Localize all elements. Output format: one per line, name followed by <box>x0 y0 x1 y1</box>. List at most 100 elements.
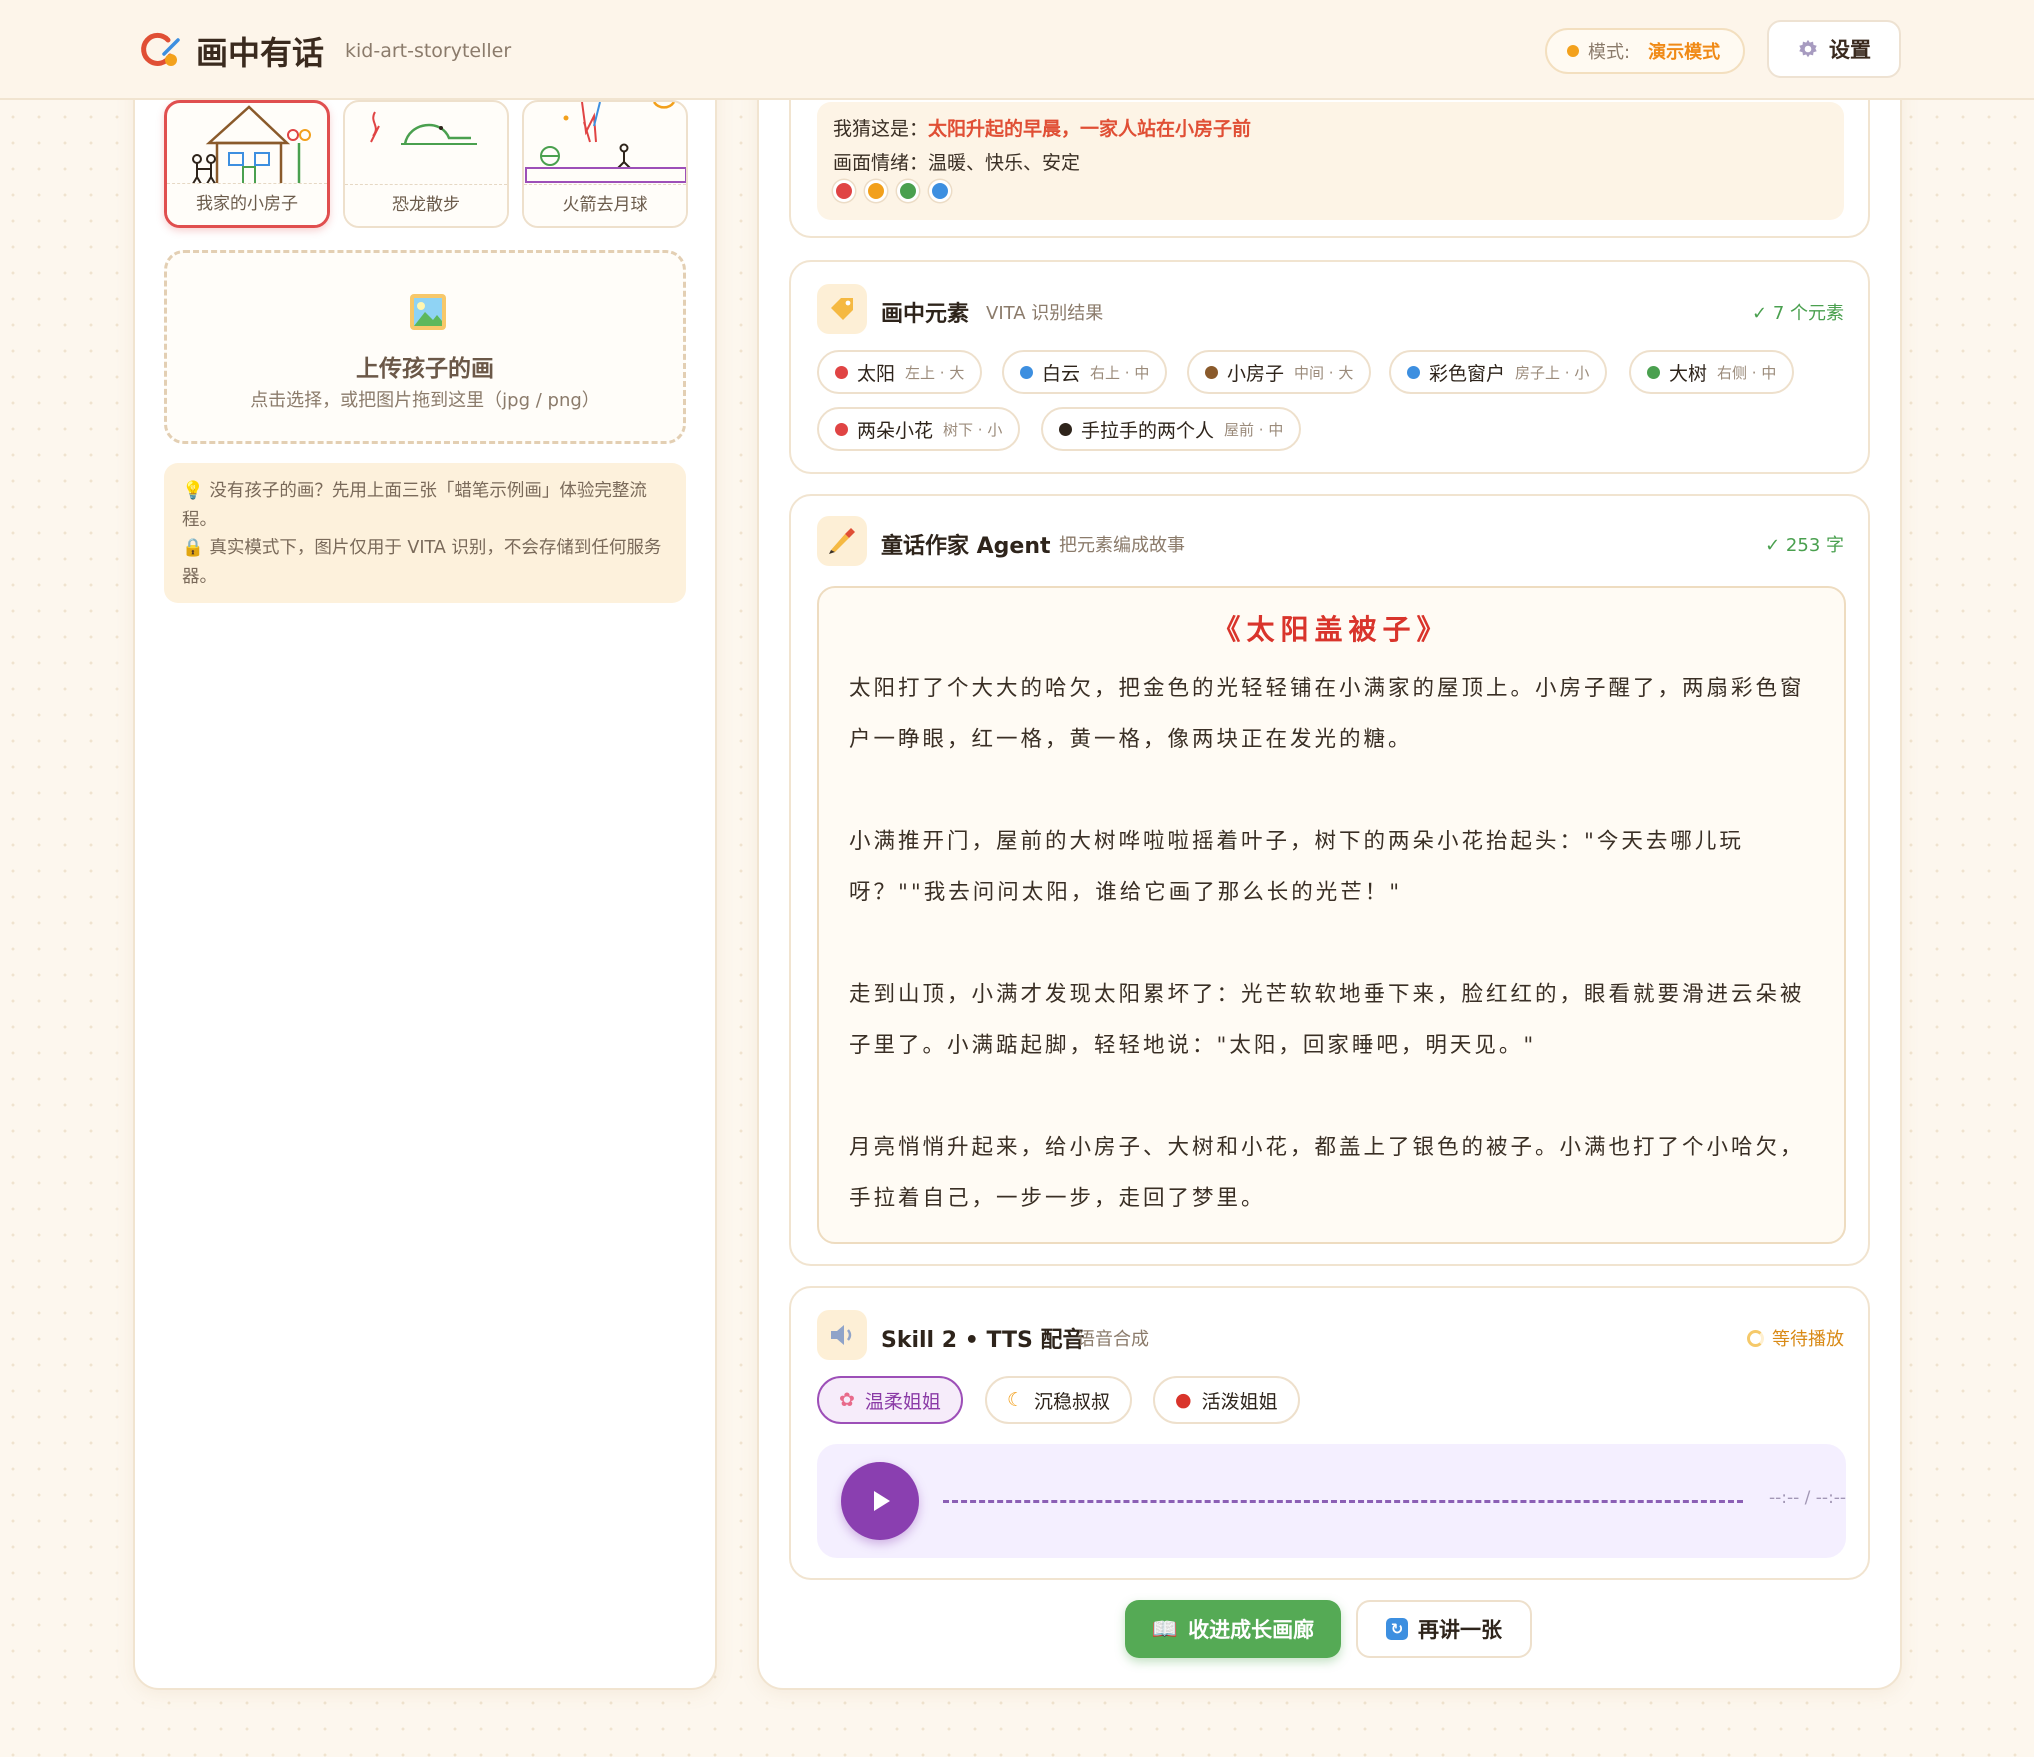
chip-dot <box>835 365 848 379</box>
element-chip-tree[interactable]: 大树 右侧 · 中 <box>1629 350 1795 394</box>
element-chip-cloud[interactable]: 白云 右上 · 中 <box>1002 350 1168 394</box>
speaker-icon <box>817 1310 867 1360</box>
sample-label: 恐龙散步 <box>345 184 507 226</box>
story-paragraph: 月亮悄悄升起来，给小房子、大树和小花，都盖上了银色的被子。小满也打了个小哈欠，手… <box>849 1135 1805 1211</box>
tip-box: 💡 没有孩子的画？先用上面三张「蜡笔示例画」体验完整流程。 🔒 真实模式下，图片… <box>164 463 686 603</box>
lightbulb-icon: 💡 <box>182 481 210 501</box>
chip-pos: 中间 · 大 <box>1294 363 1354 382</box>
tell-another-button[interactable]: ↻ 再讲一张 <box>1356 1600 1532 1658</box>
voice-lively-sister-button[interactable]: ● 活泼姐姐 <box>1153 1376 1300 1424</box>
upload-title: 上传孩子的画 <box>356 356 494 382</box>
mode-label: 模式: <box>1588 42 1631 63</box>
chip-name: 小房子 <box>1227 362 1285 385</box>
play-button[interactable] <box>841 1462 919 1540</box>
guess-text: 太阳升起的早晨，一家人站在小房子前 <box>928 118 1252 140</box>
refresh-icon: ↻ <box>1386 1618 1408 1640</box>
tts-status: 等待播放 <box>1747 1325 1844 1351</box>
sample-card-rocket[interactable]: 火箭去月球 <box>522 100 688 228</box>
story-paragraph: 小满推开门，屋前的大树哗啦啦摇着叶子，树下的两朵小花抬起头："今天去哪儿玩呀？"… <box>849 829 1744 905</box>
story-card: 童话作家 Agent 把元素编成故事 ✓ 253 字 《太阳盖被子》 太阳打了个… <box>789 494 1870 1266</box>
mood-color-red <box>833 180 855 202</box>
tag-icon <box>817 284 867 334</box>
chip-name: 白云 <box>1042 362 1081 385</box>
chip-dot <box>1647 365 1660 379</box>
voice-gentle-sister-button[interactable]: ✿ 温柔姐姐 <box>817 1376 963 1424</box>
story-agent-title: 童话作家 Agent <box>881 534 1051 559</box>
chip-pos: 右上 · 中 <box>1090 363 1150 382</box>
writing-hand-icon <box>817 516 867 566</box>
upload-dropzone[interactable]: 上传孩子的画 点击选择，或把图片拖到这里（jpg / png） <box>164 250 686 444</box>
app-subtitle: kid-art-storyteller <box>345 40 512 62</box>
story-paragraph: 太阳打了个大大的哈欠，把金色的光轻轻铺在小满家的屋顶上。小房子醒了，两扇彩色窗户… <box>849 676 1805 752</box>
tip-line-1: 💡 没有孩子的画？先用上面三张「蜡笔示例画」体验完整流程。 <box>182 477 668 534</box>
elements-status: ✓ 7 个元素 <box>1752 303 1844 324</box>
loading-icon <box>1747 1329 1764 1347</box>
voice-calm-uncle-button[interactable]: ☾ 沉稳叔叔 <box>985 1376 1133 1424</box>
chip-pos: 屋前 · 中 <box>1224 420 1284 439</box>
chip-dot <box>835 422 848 436</box>
chip-pos: 左上 · 大 <box>905 363 965 382</box>
element-chip-flowers[interactable]: 两朵小花 树下 · 小 <box>817 407 1021 451</box>
guess-box: 我猜这是：太阳升起的早晨，一家人站在小房子前 画面情绪：温暖、快乐、安定 <box>817 102 1844 220</box>
settings-button[interactable]: 设置 <box>1767 20 1901 78</box>
tts-title: Skill 2 • TTS 配音 <box>881 1328 1085 1353</box>
mode-value: 演示模式 <box>1648 42 1721 63</box>
collect-to-gallery-button[interactable]: 📖 收进成长画廊 <box>1125 1600 1341 1658</box>
mood-color-orange <box>865 180 887 202</box>
tip-text-1: 没有孩子的画？先用上面三张「蜡笔示例画」体验完整流程。 <box>182 481 647 530</box>
dinosaur-drawing-icon <box>370 111 477 145</box>
chip-name: 两朵小花 <box>857 419 934 442</box>
rocket-drawing-icon <box>525 102 686 183</box>
gear-icon <box>1799 39 1817 58</box>
chip-pos: 树下 · 小 <box>943 420 1003 439</box>
audio-time: --:-- / --:-- <box>1769 1488 1847 1508</box>
mode-indicator[interactable]: 模式: 演示模式 <box>1545 28 1745 74</box>
chip-dot <box>1205 365 1218 379</box>
book-icon: 📖 <box>1151 1616 1179 1641</box>
elements-title: 画中元素 <box>881 302 970 327</box>
picture-icon <box>410 294 446 330</box>
chip-dot <box>1407 365 1420 379</box>
settings-label: 设置 <box>1829 38 1871 62</box>
app-title: 画中有话 <box>196 34 325 72</box>
tts-status-text: 等待播放 <box>1772 1329 1844 1350</box>
tip-text-2: 真实模式下，图片仅用于 VITA 识别，不会存储到任何服务器。 <box>182 538 662 587</box>
sample-label: 我家的小房子 <box>167 183 327 225</box>
story-title: 《太阳盖被子》 <box>1212 613 1451 646</box>
story-text: 太阳打了个大大的哈欠，把金色的光轻轻铺在小满家的屋顶上。小房子醒了，两扇彩色窗户… <box>849 663 1824 1224</box>
chip-pos: 右侧 · 中 <box>1717 363 1777 382</box>
mood-line: 画面情绪：温暖、快乐、安定 <box>833 148 1080 175</box>
voice-label: 活泼姐姐 <box>1201 1390 1278 1413</box>
collect-label: 收进成长画廊 <box>1188 1618 1315 1642</box>
mood-color-blue <box>929 180 951 202</box>
audio-waveform[interactable] <box>943 1500 1743 1503</box>
element-chip-house[interactable]: 小房子 中间 · 大 <box>1187 350 1372 394</box>
sample-card-house[interactable]: 我家的小房子 <box>164 100 330 228</box>
story-status: ✓ 253 字 <box>1765 535 1844 556</box>
voice-label: 温柔姐姐 <box>864 1390 941 1413</box>
sample-card-dinosaur[interactable]: 恐龙散步 <box>343 100 509 228</box>
element-chip-sun[interactable]: 太阳 左上 · 大 <box>817 350 983 394</box>
chip-name: 大树 <box>1669 362 1708 385</box>
lock-icon: 🔒 <box>182 538 210 558</box>
element-chip-people[interactable]: 手拉手的两个人 屋前 · 中 <box>1041 407 1302 451</box>
moon-icon: ☾ <box>1007 1389 1025 1411</box>
chip-name: 手拉手的两个人 <box>1081 419 1215 442</box>
chip-pos: 房子上 · 小 <box>1515 363 1590 382</box>
mood-colors <box>833 180 951 202</box>
blossom-icon: ✿ <box>839 1389 855 1411</box>
mood-prefix: 画面情绪： <box>833 152 929 174</box>
voice-label: 沉稳叔叔 <box>1034 1390 1111 1413</box>
again-label: 再讲一张 <box>1418 1618 1502 1642</box>
mood-color-green <box>897 180 919 202</box>
tts-card: Skill 2 • TTS 配音 语音合成 等待播放 ✿ 温柔姐姐 ☾ 沉稳叔叔… <box>789 1286 1870 1580</box>
tts-subtitle: 语音合成 <box>1077 1329 1149 1350</box>
element-chip-window[interactable]: 彩色窗户 房子上 · 小 <box>1389 350 1608 394</box>
chip-name: 太阳 <box>857 362 896 385</box>
mood-text: 温暖、快乐、安定 <box>928 152 1081 174</box>
mode-dot-icon <box>1567 45 1579 57</box>
chip-name: 彩色窗户 <box>1429 362 1506 385</box>
tip-line-2: 🔒 真实模式下，图片仅用于 VITA 识别，不会存储到任何服务器。 <box>182 534 668 591</box>
play-icon <box>874 1491 890 1511</box>
guess-prefix: 我猜这是： <box>833 118 929 140</box>
